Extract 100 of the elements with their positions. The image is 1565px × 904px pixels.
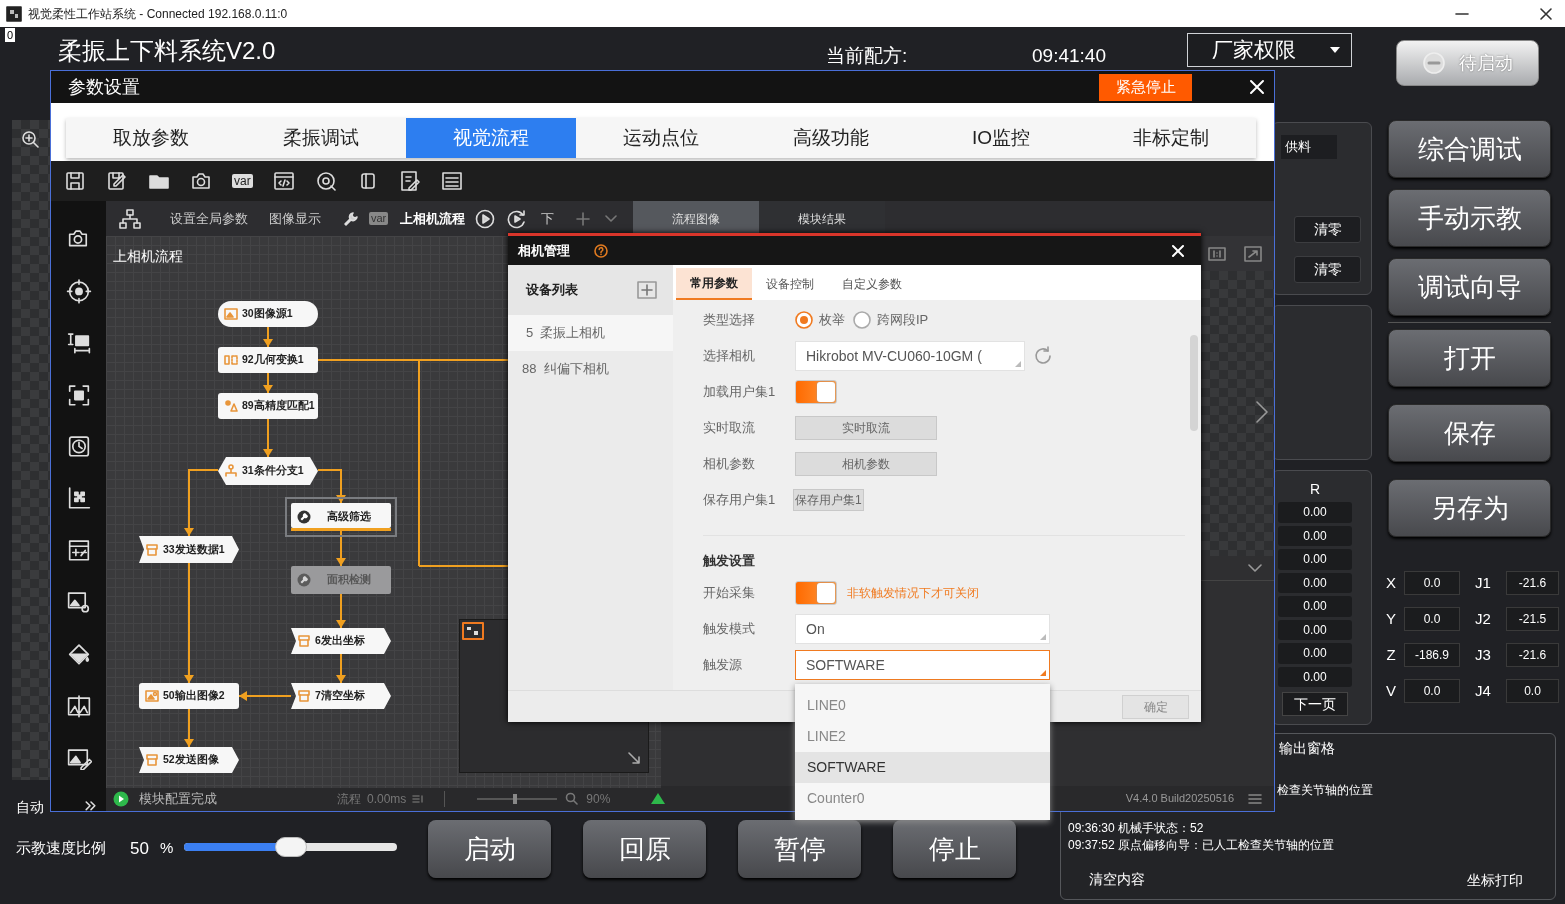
image-display-button[interactable]: 图像显示 [269, 208, 321, 229]
flow-node[interactable]: 50输出图像2 [139, 683, 239, 709]
loop-play-icon[interactable] [507, 208, 528, 229]
settings-tab[interactable]: 柔振调试 [236, 118, 406, 158]
actual-size-icon[interactable] [1208, 246, 1226, 261]
settings-tab[interactable]: 高级功能 [746, 118, 916, 158]
toggle-switch[interactable] [795, 581, 837, 605]
control-button[interactable]: 停止 [893, 820, 1016, 878]
split-image-icon[interactable] [65, 693, 92, 719]
send-icon [145, 753, 159, 767]
wrench-icon[interactable] [343, 210, 359, 227]
save-icon[interactable] [64, 170, 86, 192]
warning-triangle-icon[interactable] [650, 792, 667, 805]
control-button[interactable]: 回原 [583, 820, 706, 878]
field-label: 触发模式 [703, 620, 756, 639]
chevron-down-icon[interactable] [1248, 564, 1262, 572]
resize-arrow-icon[interactable] [628, 752, 640, 764]
control-button[interactable]: 暂停 [738, 820, 861, 878]
flow-node[interactable]: 92几何变换1 [218, 347, 318, 373]
camera-icon[interactable] [190, 170, 212, 192]
action-button[interactable]: 调试向导 [1388, 258, 1551, 316]
flow-node[interactable]: 30图像源1 [218, 301, 318, 327]
clear-output-button[interactable]: 清空内容 [1089, 869, 1145, 890]
dropdown-option[interactable]: SOFTWARE [795, 752, 1050, 783]
next-page-button[interactable]: 下一页 [1282, 692, 1348, 716]
slider-thumb[interactable] [274, 837, 307, 857]
flow-selector[interactable]: 上相机流程 [400, 208, 466, 229]
flow-node[interactable]: 89高精度匹配1 [218, 393, 318, 419]
device-list-item[interactable]: 88 纠偏下相机 [508, 351, 673, 387]
speed-slider[interactable] [184, 837, 397, 857]
image-settings-icon[interactable] [65, 590, 92, 615]
minimap-node-icon [462, 622, 484, 640]
settings-tab[interactable]: IO监控 [916, 118, 1086, 158]
connector-arrow [336, 530, 346, 567]
zoom-slider-icon[interactable] [477, 792, 558, 805]
clear-button[interactable]: 清零 [1294, 216, 1361, 243]
dropdown-field[interactable]: SOFTWARE [795, 650, 1050, 680]
play-icon[interactable] [475, 208, 496, 229]
variable-button[interactable]: var [369, 212, 389, 225]
send-icon [297, 689, 311, 703]
crosshair-icon[interactable] [65, 278, 92, 304]
double-chevron-icon[interactable] [84, 801, 97, 811]
search-icon[interactable] [565, 792, 579, 805]
action-button[interactable]: 综合调试 [1388, 120, 1551, 178]
flow-selector[interactable]: 下 [541, 208, 555, 229]
transform-icon [224, 353, 238, 367]
form-edit-icon[interactable] [398, 170, 421, 192]
radio-option[interactable]: 跨网段IP [853, 310, 929, 330]
action-button[interactable]: 打开 [1388, 329, 1551, 387]
settings-tab[interactable]: 非标定制 [1086, 118, 1256, 158]
field-label: 开始采集 [703, 584, 756, 603]
chevron-right-icon[interactable] [1256, 401, 1268, 423]
permission-dropdown[interactable]: 厂家权限 [1187, 33, 1352, 67]
fit-screen-icon[interactable] [1244, 245, 1262, 262]
variable-button[interactable]: var [232, 174, 253, 188]
global-params-button[interactable]: 设置全局参数 [170, 208, 248, 229]
plus-icon[interactable] [576, 211, 591, 226]
target-icon[interactable] [314, 170, 337, 192]
canvas-title: 上相机流程 [113, 247, 183, 266]
action-button[interactable]: 保存 [1388, 404, 1551, 462]
settings-tab[interactable]: 常用参数 [676, 268, 752, 300]
flow-tree-icon[interactable] [119, 208, 141, 229]
help-icon[interactable] [594, 243, 608, 258]
dropdown-field[interactable]: Hikrobot MV-CU060-10GM ( [795, 341, 1025, 371]
camera-action-button[interactable]: 保存用户集1 [793, 489, 864, 511]
camera-action-button[interactable]: 实时取流 [795, 416, 937, 440]
mode-label: 自动 [16, 798, 44, 817]
flow-node[interactable]: 6发出坐标 [291, 628, 391, 654]
control-button[interactable]: 启动 [428, 820, 551, 878]
toggle-switch[interactable] [795, 380, 837, 404]
send-icon [297, 634, 311, 648]
chevron-down-icon[interactable] [605, 214, 618, 223]
value-cell: -21.5 [1506, 607, 1559, 631]
action-button[interactable]: 另存为 [1388, 479, 1551, 537]
flow-node[interactable]: 33发送数据1 [139, 536, 239, 563]
axis-label: Y [1385, 608, 1397, 629]
print-coordinates-button[interactable]: 坐标打印 [1467, 870, 1523, 891]
settings-tab[interactable]: 运动点位 [576, 118, 746, 158]
camera-action-button[interactable]: 相机参数 [795, 452, 937, 476]
flow-node[interactable]: 52发送图像 [139, 747, 239, 773]
flow-node[interactable]: 7清空坐标 [291, 683, 391, 709]
settings-tab[interactable]: 视觉流程 [406, 118, 576, 158]
code-icon[interactable] [272, 170, 295, 192]
radio-option[interactable]: 枚举 [795, 310, 845, 330]
connector-arrow [184, 469, 219, 537]
save-as-icon[interactable] [106, 170, 128, 192]
play-circle-icon[interactable] [113, 790, 129, 807]
dropdown-field[interactable]: On [795, 614, 1050, 644]
action-button[interactable]: 手动示教 [1388, 189, 1551, 247]
close-icon[interactable] [1539, 6, 1553, 21]
device-list-item[interactable]: 5 柔振上相机 [508, 315, 673, 351]
measure-icon[interactable] [65, 330, 92, 356]
close-icon[interactable] [1248, 78, 1266, 96]
connector-arrow [184, 708, 194, 748]
zoom-in-icon[interactable] [21, 130, 39, 148]
clear-button[interactable]: 清零 [1294, 256, 1361, 283]
add-icon[interactable] [637, 281, 657, 299]
settings-tab[interactable]: 取放参数 [66, 118, 236, 158]
list-icon[interactable] [440, 170, 463, 192]
flow-node[interactable]: 31条件分支1 [218, 457, 318, 485]
